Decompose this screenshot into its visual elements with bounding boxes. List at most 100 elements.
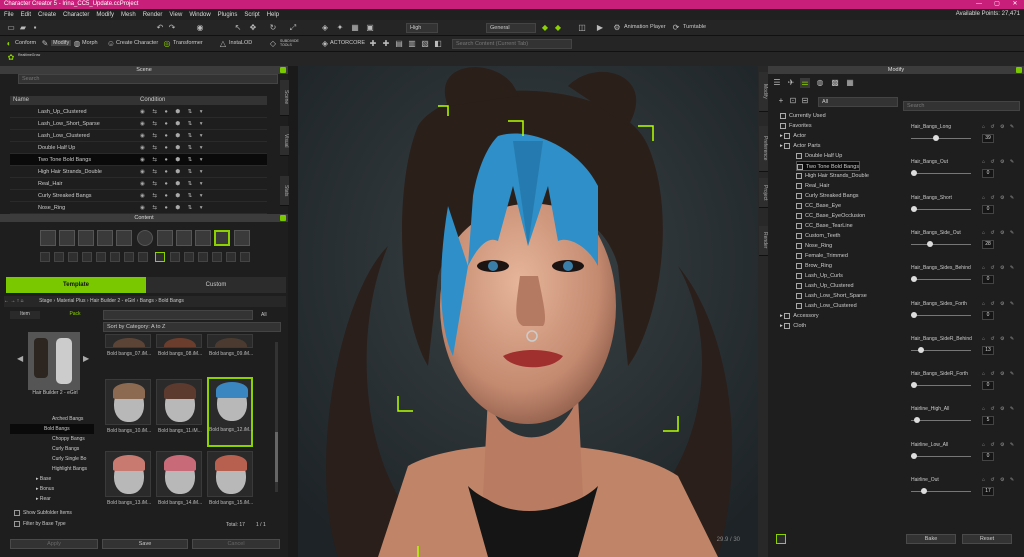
save-button[interactable]: Save [102,539,188,549]
visibility-icon[interactable]: ◉ ⇆ ● ⬢ ⇅ ▾ [140,178,206,190]
crumb[interactable]: Stage [39,298,52,304]
checkbox[interactable] [796,172,802,179]
sub-type-icon[interactable] [170,252,180,262]
screenshot-icon[interactable]: ◫ [577,23,587,33]
tab-render[interactable]: Render [759,226,768,256]
content-type-icon[interactable] [40,230,56,246]
pack-thumbnail[interactable] [28,332,80,390]
morph-button[interactable]: Morph [82,40,98,46]
content-type-icon[interactable] [157,230,173,246]
maximize-button[interactable]: ▢ [988,0,1006,9]
select-icon[interactable]: ↖ [233,23,243,33]
next-pack-icon[interactable]: ▶ [83,354,89,363]
checkbox[interactable] [796,292,802,299]
morph-slider[interactable] [911,276,971,283]
tab-scene[interactable]: Scene [280,80,289,116]
available-points[interactable]: Available Points: 27,471 [956,9,1020,20]
hair-thumbnail[interactable] [156,379,202,425]
checker-icon[interactable]: ▦ [845,78,855,88]
slider-controls-icon[interactable]: ⌂ ↺ ⚙ ✎ [982,442,1016,448]
hair-thumbnail[interactable] [207,334,253,348]
tab-project[interactable]: Project [759,178,768,208]
grid-icon[interactable]: ▦ [350,23,360,33]
slider-knob[interactable] [911,382,917,389]
content-tree-item[interactable]: ▸ Base [36,474,116,484]
slider-value-field[interactable]: 28 [982,239,994,249]
filter-base-checkbox[interactable] [14,521,20,527]
move-icon[interactable]: ✥ [248,23,258,33]
tool-b-icon[interactable]: ✚ [381,39,391,49]
scene-row[interactable]: Lash_Low_Clustered ◉ ⇆ ● ⬢ ⇅ ▾ [10,130,267,142]
collapse-icon[interactable]: ⊟ [800,96,810,106]
checkbox[interactable] [796,282,802,289]
crumb[interactable]: Material Plus [57,298,86,304]
slider-controls-icon[interactable]: ⌂ ↺ ⚙ ✎ [982,265,1016,271]
slider-controls-icon[interactable]: ⌂ ↺ ⚙ ✎ [982,371,1016,377]
redo-icon[interactable]: ↷ [167,23,177,33]
modify-tree-item[interactable]: CC_Base_Eye [796,201,841,211]
scene-row[interactable]: Lash_Low_Short_Sparse ◉ ⇆ ● ⬢ ⇅ ▾ [10,118,267,130]
checkbox[interactable] [796,262,802,269]
modify-tree-item[interactable]: Lash_Low_Short_Sparse [796,291,867,301]
modify-tree-item[interactable]: Favorites [780,121,812,131]
instalod-button[interactable]: InstaLOD [229,40,252,46]
slider-controls-icon[interactable]: ⌂ ↺ ⚙ ✎ [982,336,1016,342]
scene-row[interactable]: Real_Hair ◉ ⇆ ● ⬢ ⇅ ▾ [10,178,267,190]
slider-knob[interactable] [911,311,917,318]
content-tree-item[interactable]: Choppy Bangs [52,434,132,444]
sub-type-icon[interactable] [198,252,208,262]
checkbox[interactable] [796,232,802,239]
realtime-grow-label[interactable]: RealtimeGrow [18,53,40,57]
modify-tree-item[interactable]: Brow_Ring [796,261,832,271]
slider-controls-icon[interactable]: ⌂ ↺ ⚙ ✎ [982,301,1016,307]
menu-render[interactable]: Render [143,12,163,18]
tab-preference[interactable]: Preference [759,126,768,172]
view-icon[interactable]: ◈ [320,23,330,33]
instalod-icon[interactable]: △ [218,39,228,49]
menu-character[interactable]: Character [63,12,89,18]
modify-tree-item[interactable]: Nose_Ring [796,241,832,251]
checkbox[interactable] [796,252,802,259]
checkbox[interactable] [784,132,791,139]
sub-type-icon[interactable] [240,252,250,262]
checkbox[interactable] [784,312,791,319]
content-pin-icon[interactable] [280,215,286,221]
modify-tree-item[interactable]: ▸ Accessory [780,311,819,321]
checkbox[interactable] [784,322,791,329]
menu-file[interactable]: File [4,12,14,18]
checkbox[interactable] [780,122,786,129]
content-search[interactable] [103,310,253,320]
scene-row[interactable]: Curly Streaked Bangs ◉ ⇆ ● ⬢ ⇅ ▾ [10,190,267,202]
add-icon[interactable]: + [776,96,786,106]
checkbox[interactable] [796,182,802,189]
scene-search-input[interactable]: Search [18,74,278,84]
modify-tree-item[interactable]: Double Half Up [796,151,842,161]
modify-tree-item[interactable]: ▸ Cloth [780,321,806,331]
tab-custom[interactable]: Custom [146,277,286,293]
sub-type-icon[interactable] [124,252,134,262]
checkbox[interactable] [796,302,802,309]
visibility-icon[interactable]: ◉ ⇆ ● ⬢ ⇅ ▾ [140,190,206,202]
modify-tree-item[interactable]: Custom_Teeth [796,231,840,241]
modify-tree-item[interactable]: CC_Base_TearLine [796,221,853,231]
light-icon[interactable]: ✦ [335,23,345,33]
menu-plugins[interactable]: Plugins [218,12,238,18]
turntable-label[interactable]: Turntable [683,24,706,30]
close-button[interactable]: ✕ [1006,0,1024,9]
checkbox[interactable] [797,163,803,170]
hair-thumbnail[interactable] [156,334,202,348]
filter-all[interactable]: All [261,312,267,318]
morph-slider[interactable] [911,135,971,141]
sub-type-icon[interactable] [68,252,78,262]
slider-knob[interactable] [911,452,917,459]
slider-knob[interactable] [911,276,917,283]
open-folder-icon[interactable]: ▰ [18,23,28,33]
morph-slider[interactable] [911,240,971,247]
tool-a-icon[interactable]: ✚ [368,39,378,49]
checkbox[interactable] [796,202,802,209]
slider-controls-icon[interactable]: ⌂ ↺ ⚙ ✎ [982,124,1016,130]
rotate-icon[interactable]: ↻ [268,23,278,33]
create-character-icon[interactable]: ☺ [106,39,116,49]
checkbox[interactable] [796,152,802,159]
tab-template[interactable]: Template [6,277,146,293]
